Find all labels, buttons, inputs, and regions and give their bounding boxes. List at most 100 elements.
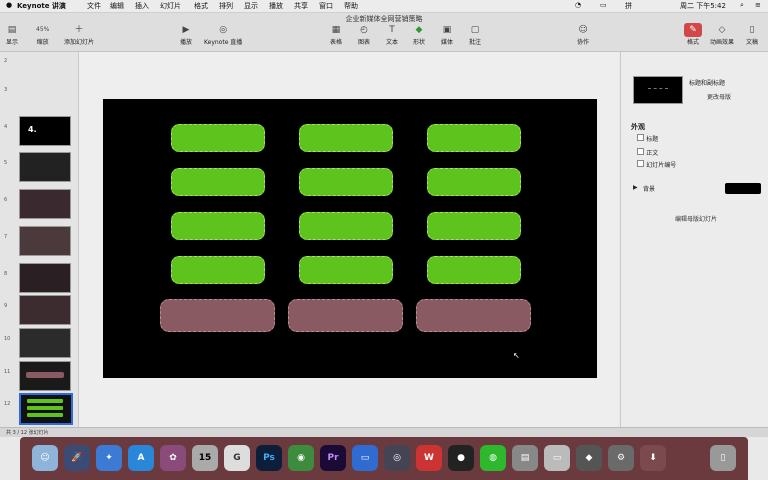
appearance-slide-number-option[interactable]: 幻灯片编号: [637, 160, 676, 169]
slide-thumbnail[interactable]: [19, 152, 71, 182]
green-button-shape[interactable]: [171, 256, 265, 284]
clock[interactable]: 周二 下午5:42: [680, 1, 726, 11]
safari-icon[interactable]: ✦: [96, 445, 122, 471]
mauve-button-shape[interactable]: [160, 299, 275, 332]
table-button[interactable]: ▦ 表格: [330, 23, 342, 46]
document-label: 文稿: [746, 39, 759, 46]
master-thumbnail[interactable]: [633, 76, 683, 104]
appstore-icon[interactable]: A: [128, 445, 154, 471]
add-slide-button[interactable]: ＋ 添加幻灯片: [64, 23, 94, 46]
input-method-icon[interactable]: 拼: [625, 1, 632, 11]
change-master-button[interactable]: 更改母版: [707, 92, 731, 101]
menu-list-icon[interactable]: ≡: [755, 1, 761, 9]
chrome-icon[interactable]: G: [224, 445, 250, 471]
text-button[interactable]: T 文本: [386, 23, 398, 46]
menu-edit[interactable]: 编辑: [110, 1, 124, 11]
disclosure-triangle-icon[interactable]: ▶: [633, 184, 638, 191]
slide-thumbnail[interactable]: [19, 295, 71, 325]
slide-thumbnail[interactable]: [19, 361, 71, 391]
play-button[interactable]: ▶ 播放: [180, 23, 192, 46]
slide-thumbnail[interactable]: [19, 226, 71, 256]
background-color-well[interactable]: [725, 183, 761, 194]
slide-thumbnail[interactable]: [19, 189, 71, 219]
menu-help[interactable]: 帮助: [344, 1, 358, 11]
slide-thumbnail[interactable]: 4.: [19, 116, 71, 146]
edit-master-button[interactable]: 编辑母版幻灯片: [675, 214, 717, 223]
master-name: 标题和副标题: [689, 80, 726, 87]
table-label: 表格: [330, 39, 343, 46]
notes-icon[interactable]: ▤: [512, 445, 538, 471]
menu-view[interactable]: 显示: [244, 1, 258, 11]
menu-format[interactable]: 格式: [194, 1, 208, 11]
photoshop-icon[interactable]: Ps: [256, 445, 282, 471]
green-button-shape[interactable]: [299, 212, 393, 240]
chart-button[interactable]: ◴ 图表: [358, 23, 370, 46]
green-button-shape[interactable]: [427, 256, 521, 284]
green-button-shape[interactable]: [427, 212, 521, 240]
slide-thumbnail-selected[interactable]: [19, 393, 73, 425]
green-button-shape[interactable]: [427, 124, 521, 152]
photos-icon[interactable]: ✿: [160, 445, 186, 471]
format-label: 格式: [686, 39, 699, 46]
comment-button[interactable]: ▢ 批注: [469, 23, 481, 46]
finder-icon[interactable]: ☺: [32, 445, 58, 471]
mauve-button-shape[interactable]: [288, 299, 403, 332]
animate-button[interactable]: ◇ 动画效果: [710, 23, 734, 46]
slide-thumbnail[interactable]: [19, 263, 71, 293]
menu-insert[interactable]: 插入: [135, 1, 149, 11]
format-button[interactable]: ✎ 格式: [684, 23, 702, 46]
keynote-icon[interactable]: ▭: [352, 445, 378, 471]
menu-play[interactable]: 播放: [269, 1, 283, 11]
wps-icon[interactable]: W: [416, 445, 442, 471]
document-button[interactable]: ▯ 文稿: [746, 23, 758, 46]
green-button-shape[interactable]: [427, 168, 521, 196]
slide-number: 5: [4, 160, 8, 166]
green-button-shape[interactable]: [299, 168, 393, 196]
green-button-shape[interactable]: [299, 124, 393, 152]
keynote-live-label: Keynote 直播: [204, 39, 243, 46]
green-button-shape[interactable]: [171, 168, 265, 196]
apple-menu-icon[interactable]: ●: [6, 1, 12, 9]
qq-icon[interactable]: ●: [448, 445, 474, 471]
chrome-app-icon[interactable]: ◉: [288, 445, 314, 471]
menu-share[interactable]: 共享: [294, 1, 308, 11]
menu-arrange[interactable]: 排列: [219, 1, 233, 11]
checkbox-icon: [637, 134, 644, 141]
slide-canvas[interactable]: ↖: [103, 99, 597, 378]
sourcetree-icon[interactable]: ◆: [576, 445, 602, 471]
wechat-icon[interactable]: ◍: [480, 445, 506, 471]
wifi-icon[interactable]: ◔: [575, 1, 581, 9]
green-button-shape[interactable]: [171, 212, 265, 240]
appearance-heading: 外观: [631, 123, 645, 131]
keynote-live-button[interactable]: ◎ Keynote 直播: [204, 23, 242, 46]
app-menu[interactable]: Keynote 讲演: [17, 1, 66, 11]
calendar-icon[interactable]: 15: [192, 445, 218, 471]
green-button-shape[interactable]: [299, 256, 393, 284]
slide-thumbnail[interactable]: [19, 328, 71, 358]
preview-icon[interactable]: ▭: [544, 445, 570, 471]
appearance-title-option[interactable]: 标题: [637, 134, 658, 143]
view-button[interactable]: ▤ 显示: [6, 23, 18, 46]
downloads-icon[interactable]: ⬇: [640, 445, 666, 471]
play-icon: ▶: [182, 25, 190, 35]
launchpad-icon[interactable]: 🚀: [64, 445, 90, 471]
trash-icon[interactable]: ▯: [710, 445, 736, 471]
battery-icon[interactable]: ▭: [600, 1, 607, 9]
green-button-shape[interactable]: [171, 124, 265, 152]
shape-button[interactable]: ◆ 形状: [413, 23, 425, 46]
media-button[interactable]: ▣ 媒体: [441, 23, 453, 46]
menu-window[interactable]: 窗口: [319, 1, 333, 11]
appearance-body-option[interactable]: 正文: [637, 148, 658, 157]
mauve-button-shape[interactable]: [416, 299, 531, 332]
collaborate-button[interactable]: ☺ 协作: [577, 23, 589, 46]
search-icon[interactable]: ⌕: [740, 1, 744, 10]
menu-slide[interactable]: 幻灯片: [160, 1, 181, 11]
slide-number: 8: [4, 271, 8, 277]
systemprefs-icon[interactable]: ⚙: [608, 445, 634, 471]
slide-number: 6: [4, 197, 8, 203]
quicktime-icon[interactable]: ◎: [384, 445, 410, 471]
master-placeholder: [648, 88, 668, 91]
zoom-menu[interactable]: 45% 缩放: [36, 23, 49, 46]
menu-file[interactable]: 文件: [87, 1, 101, 11]
premiere-icon[interactable]: Pr: [320, 445, 346, 471]
